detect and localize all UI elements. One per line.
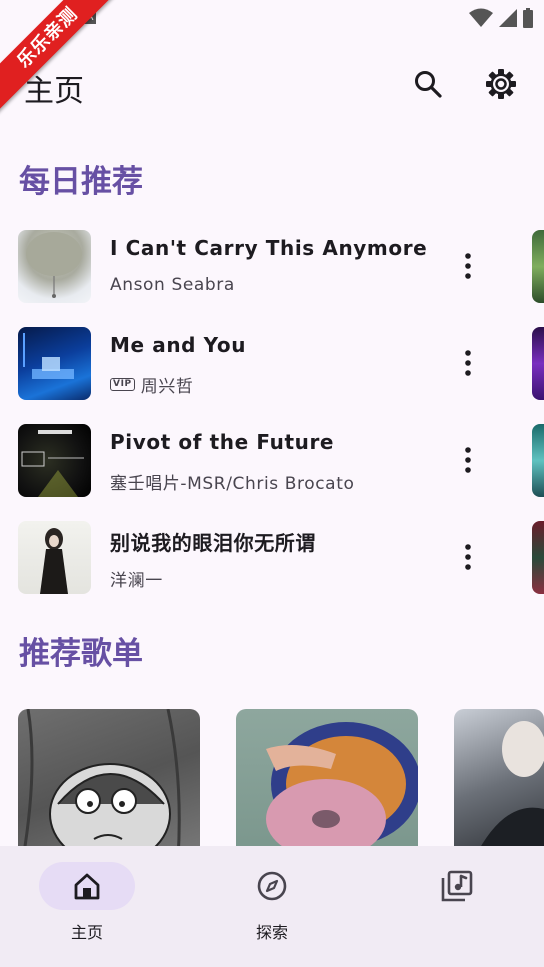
playlists-section-title: 推荐歌单 [19,636,143,672]
gear-icon [486,69,516,99]
cover-art-graphic [21,430,84,497]
more-vert-icon [465,447,471,473]
album-cover [18,521,91,594]
compass-icon [257,871,287,901]
more-vert-icon [465,544,471,570]
artist-name: Anson Seabra [110,275,235,295]
cover-art-graphic [26,232,82,298]
song-row[interactable]: Pivot of the Future 塞壬唱片-MSR/Chris Broca… [0,424,500,498]
song-row[interactable]: Me and You VIP 周兴哲 [0,327,500,401]
more-options-button[interactable] [456,444,480,476]
song-title: Me and You [110,333,247,357]
more-vert-icon [465,350,471,376]
cover-art-graphic [23,333,74,379]
song-artist: 洋澜一 [110,566,163,591]
playlist-cover-art [21,709,181,859]
daily-section-title: 每日推荐 [19,164,143,200]
artist-name: 洋澜一 [110,571,163,591]
more-options-button[interactable] [456,541,480,573]
song-row[interactable]: 别说我的眼泪你无所谓 洋澜一 [0,521,500,595]
song-artist: Anson Seabra [110,275,235,295]
settings-button[interactable] [483,66,519,102]
more-options-button[interactable] [456,250,480,282]
next-page-song-cover [532,424,544,497]
music-library-icon [441,870,473,902]
signal-icon [499,9,517,27]
song-title: I Can't Carry This Anymore [110,236,428,260]
wifi-icon [469,8,493,27]
nav-active-indicator [39,862,135,910]
next-page-song-cover [532,230,544,303]
album-cover [18,327,91,400]
next-page-song-cover [532,327,544,400]
status-icons [468,8,534,28]
song-artist: 塞壬唱片-MSR/Chris Brocato [110,469,354,494]
vip-badge: VIP [110,378,135,391]
album-cover [18,230,91,303]
playlist-card[interactable] [236,709,418,859]
more-vert-icon [465,253,471,279]
song-row[interactable]: I Can't Carry This Anymore Anson Seabra [0,230,500,304]
next-page-song-cover [532,521,544,594]
playlist-card[interactable] [454,709,544,859]
page-title: 主页 [24,74,84,109]
song-title: 别说我的眼泪你无所谓 [110,531,316,555]
nav-item-library[interactable] [397,862,517,919]
nav-label: 探索 [255,923,288,942]
nav-item-explore[interactable]: 探索 [212,862,332,943]
bottom-navigation: 主页 探索 [0,846,544,967]
artist-name: 周兴哲 [140,377,194,397]
nav-label: 主页 [70,923,103,942]
playlist-card[interactable] [18,709,200,859]
nav-item-home[interactable]: 主页 [27,862,147,943]
battery-icon [523,8,533,28]
album-cover [18,424,91,497]
song-artist: VIP 周兴哲 [110,372,194,397]
artist-name: 塞壬唱片-MSR/Chris Brocato [110,474,355,494]
playlist-cover-art [266,722,418,859]
home-icon [74,873,100,900]
search-icon [415,71,442,98]
search-button[interactable] [410,66,446,102]
playlist-cover-art [474,721,544,859]
song-title: Pivot of the Future [110,430,335,454]
cover-art-graphic [40,528,68,594]
more-options-button[interactable] [456,347,480,379]
